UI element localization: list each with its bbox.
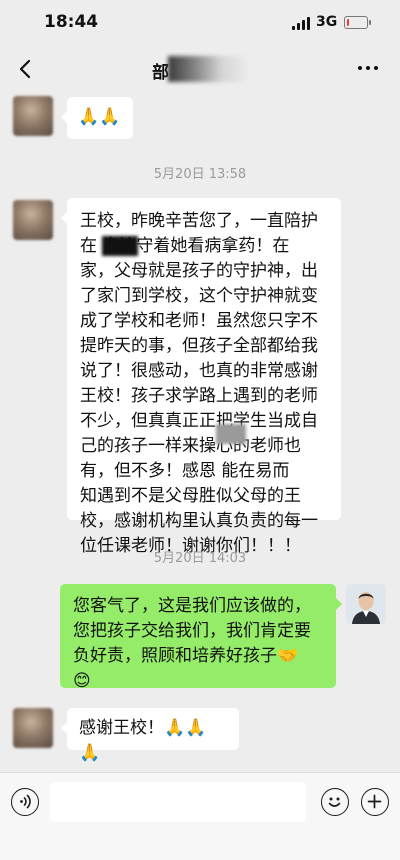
network-type: 3G: [316, 14, 338, 30]
contact-avatar[interactable]: [13, 96, 53, 136]
redacted-name: [102, 236, 138, 256]
self-avatar[interactable]: [346, 584, 386, 624]
chevron-left-icon[interactable]: [16, 58, 36, 80]
redacted-name: [216, 424, 246, 444]
status-bar: 18:44 3G: [0, 0, 400, 46]
contact-avatar[interactable]: [13, 200, 53, 240]
message-timestamp: 5月20日 13:58: [153, 167, 247, 182]
more-dots-icon[interactable]: [358, 66, 378, 70]
contact-avatar[interactable]: [13, 708, 53, 748]
message-bubble-incoming[interactable]: 🙏🙏: [61, 97, 133, 139]
chat-title: 部: [152, 63, 169, 83]
battery-fill: [346, 18, 350, 26]
message-text: 王校，昨晚辛苦您了，一直陪护 在 身边守着她看病拿药！在 家，父母就是孩子的守护…: [80, 211, 318, 556]
voice-icon[interactable]: [11, 788, 39, 816]
input-bar: [0, 772, 400, 860]
add-icon[interactable]: [361, 788, 389, 816]
message-input[interactable]: [50, 782, 306, 822]
message-text: 感谢王校！🙏🙏🙏: [79, 718, 207, 763]
status-time: 18:44: [44, 12, 99, 32]
battery-icon: [344, 16, 371, 29]
message-bubble-outgoing[interactable]: 您客气了，这是我们应该做的， 您把孩子交给我们，我们肯定要 负好责，照顾和培养好…: [60, 584, 342, 691]
chat-header: 部: [0, 46, 400, 94]
redacted-title: [168, 56, 250, 82]
message-bubble-incoming[interactable]: 感谢王校！🙏🙏🙏: [61, 708, 239, 763]
message-timestamp: 5月20日 14:03: [153, 551, 247, 566]
emoji-icon[interactable]: [321, 788, 349, 816]
signal-icon: [292, 17, 310, 30]
message-text: 您客气了，这是我们应该做的， 您把孩子交给我们，我们肯定要 负好责，照顾和培养好…: [73, 596, 311, 691]
message-text: 🙏🙏: [78, 107, 121, 127]
